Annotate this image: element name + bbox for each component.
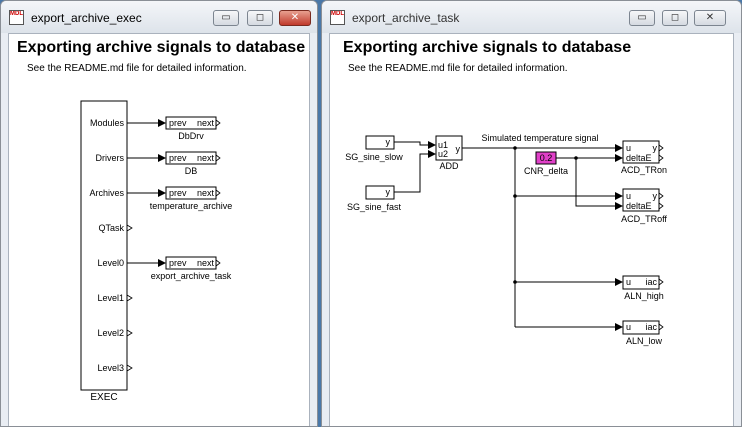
exec-diagram: EXEC Modules Drivers Archives QTask Leve… xyxy=(80,100,233,403)
close-button[interactable]: ✕ xyxy=(694,10,726,26)
constant-value: 0.2 xyxy=(540,153,553,163)
port-out-label: next xyxy=(197,153,215,163)
block-db[interactable]: prev next DB xyxy=(165,151,221,176)
junction-dot xyxy=(513,146,517,150)
diagram-canvas[interactable]: Exporting archive signals to database Se… xyxy=(8,33,310,426)
block-name: ACD_TRon xyxy=(621,165,667,175)
junction-dot xyxy=(513,194,517,198)
port-out-label: y xyxy=(653,191,658,201)
block-dbdrv[interactable]: prev next DbDrv xyxy=(165,116,221,141)
exec-port-level0: Level0 xyxy=(97,258,166,268)
titlebar[interactable]: MDL export_archive_exec ▭ ◻ ✕ xyxy=(1,1,317,33)
open-port-marker xyxy=(126,224,133,232)
block-sg-sine-fast[interactable]: y SG_sine_fast xyxy=(347,185,402,212)
port-out-label: next xyxy=(197,258,215,268)
minimize-button[interactable]: ▭ xyxy=(213,10,239,26)
open-port-marker xyxy=(126,364,133,372)
block-name: temperature_archive xyxy=(150,201,233,211)
signal-label: Simulated temperature signal xyxy=(481,133,598,143)
block-name: ALN_low xyxy=(626,336,663,346)
block-name: ALN_high xyxy=(624,291,664,301)
exec-port-label: Modules xyxy=(90,118,125,128)
mdl-app-icon: MDL xyxy=(330,10,345,25)
block-acd-tron[interactable]: u deltaE y ACD_TRon xyxy=(621,140,667,175)
block-add[interactable]: u1 u2 y ADD xyxy=(435,135,463,171)
block-name: ACD_TRoff xyxy=(621,214,667,224)
exec-port-label: Level3 xyxy=(97,363,124,373)
port-in-label: deltaE xyxy=(626,201,652,211)
port-in-label: prev xyxy=(169,153,187,163)
block-name: ADD xyxy=(439,161,459,171)
port-out-label: y xyxy=(653,143,658,153)
connection-line xyxy=(575,158,623,210)
block-name: DB xyxy=(185,166,198,176)
block-name: SG_sine_fast xyxy=(347,202,402,212)
task-diagram: y SG_sine_slow y SG_sine_fast u1 u2 y AD… xyxy=(345,133,667,346)
port-in-label: u xyxy=(626,322,631,332)
port-in-label: u xyxy=(626,277,631,287)
exec-port-drivers: Drivers xyxy=(96,153,166,163)
block-name: CNR_delta xyxy=(524,166,568,176)
titlebar[interactable]: MDL export_archive_task ▭ ◻ ✕ xyxy=(322,1,741,33)
port-out-label: iac xyxy=(645,322,657,332)
port-in-label: u xyxy=(626,191,631,201)
junction-dot xyxy=(513,280,517,284)
junction-dot xyxy=(574,156,578,160)
port-out-label: y xyxy=(456,144,461,154)
block-temperature-archive[interactable]: prev next temperature_archive xyxy=(150,186,233,211)
minimize-button[interactable]: ▭ xyxy=(629,10,655,26)
maximize-button[interactable]: ◻ xyxy=(662,10,688,26)
port-out-label: next xyxy=(197,188,215,198)
block-aln-high[interactable]: u iac ALN_high xyxy=(622,275,664,301)
exec-block[interactable] xyxy=(80,100,128,391)
port-out-label: y xyxy=(386,187,391,197)
exec-port-label: Level0 xyxy=(97,258,124,268)
connection-line xyxy=(394,141,436,149)
exec-block-name: EXEC xyxy=(90,392,117,403)
port-in-label: prev xyxy=(169,118,187,128)
exec-port-label: QTask xyxy=(98,223,124,233)
window-export-archive-exec[interactable]: MDL export_archive_exec ▭ ◻ ✕ Exporting … xyxy=(0,0,318,427)
block-cnr-delta[interactable]: 0.2 CNR_delta xyxy=(524,151,568,176)
port-in-label: deltaE xyxy=(626,153,652,163)
port-in-label: prev xyxy=(169,188,187,198)
window-export-archive-task[interactable]: MDL export_archive_task ▭ ◻ ✕ Exporting … xyxy=(321,0,742,427)
window-title: export_archive_exec xyxy=(31,11,142,25)
block-name: DbDrv xyxy=(178,131,204,141)
port-in-label: u2 xyxy=(438,149,448,159)
mdl-app-icon: MDL xyxy=(9,10,24,25)
block-export-archive-task[interactable]: prev next export_archive_task xyxy=(151,256,232,281)
close-button[interactable]: ✕ xyxy=(279,10,311,26)
block-name: SG_sine_slow xyxy=(345,152,403,162)
exec-port-label: Archives xyxy=(89,188,124,198)
open-port-marker xyxy=(126,294,133,302)
block-name: export_archive_task xyxy=(151,271,232,281)
port-in-label: prev xyxy=(169,258,187,268)
port-out-label: y xyxy=(386,137,391,147)
port-out-label: next xyxy=(197,118,215,128)
window-title: export_archive_task xyxy=(352,11,460,25)
block-acd-troff[interactable]: u deltaE y ACD_TRoff xyxy=(621,188,667,224)
exec-port-label: Drivers xyxy=(96,153,125,163)
block-sg-sine-slow[interactable]: y SG_sine_slow xyxy=(345,135,403,162)
exec-port-label: Level1 xyxy=(97,293,124,303)
open-port-marker xyxy=(126,329,133,337)
diagram-canvas[interactable]: Exporting archive signals to database Se… xyxy=(329,33,734,426)
port-in-label: u xyxy=(626,143,631,153)
port-out-label: iac xyxy=(645,277,657,287)
exec-port-label: Level2 xyxy=(97,328,124,338)
maximize-button[interactable]: ◻ xyxy=(247,10,273,26)
block-aln-low[interactable]: u iac ALN_low xyxy=(622,320,664,346)
